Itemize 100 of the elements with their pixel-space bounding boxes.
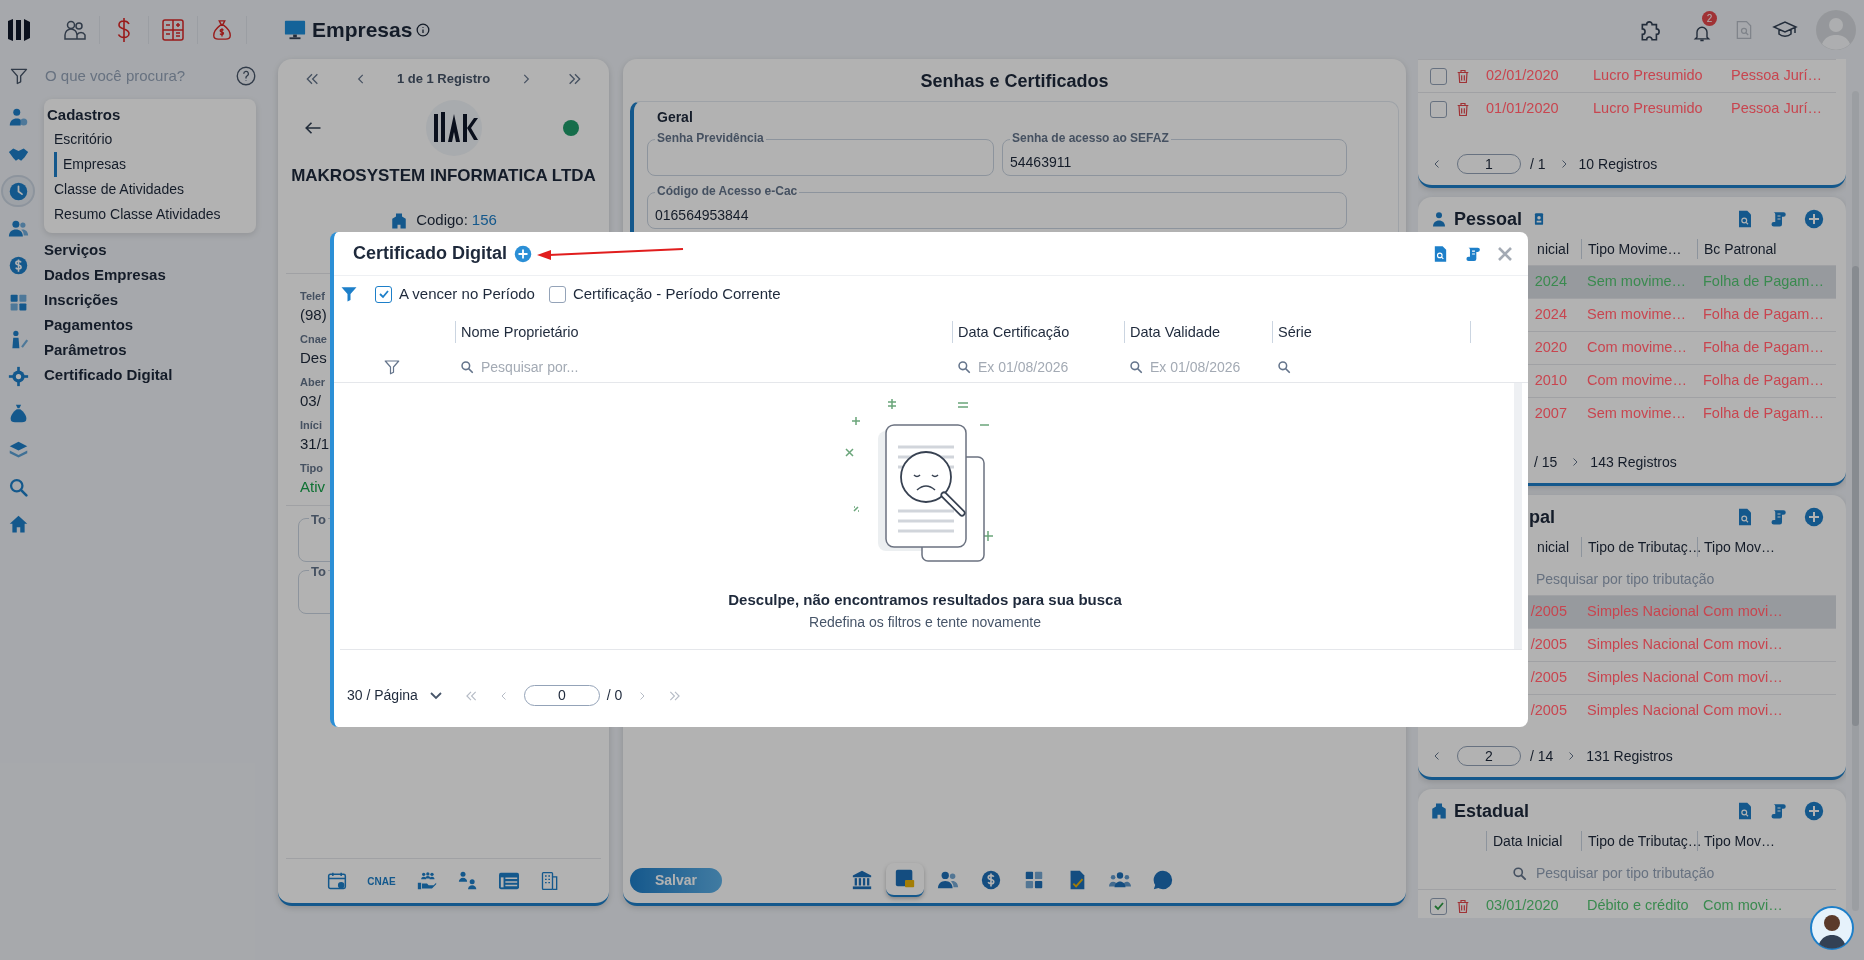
menu-group-title[interactable]: Inscrições xyxy=(44,287,256,312)
calculator-icon[interactable] xyxy=(161,17,185,42)
table-cell-text: Simples Nacional xyxy=(1586,668,1697,688)
search-field[interactable]: O que você procura? xyxy=(45,64,236,88)
field-value: Ativ xyxy=(300,476,325,497)
column-filter-field[interactable]: Ex 01/08/2026 xyxy=(1150,356,1272,378)
menu-group-title[interactable]: Cadastros xyxy=(47,103,253,127)
checkbox[interactable] xyxy=(548,285,566,303)
first-page-icon[interactable] xyxy=(463,688,478,703)
home-icon xyxy=(7,513,29,535)
scrollbar[interactable] xyxy=(1852,91,1859,911)
chat-icon xyxy=(1152,869,1174,891)
assistant-avatar[interactable] xyxy=(1810,906,1854,950)
filter-icon[interactable] xyxy=(340,284,358,304)
checkbox[interactable] xyxy=(1430,897,1447,915)
page-total: / 1 xyxy=(1530,154,1546,174)
checkbox-label[interactable]: Certificação - Período Corrente xyxy=(572,282,781,306)
people-transfer-icon[interactable] xyxy=(457,871,478,891)
column-filter-field[interactable]: Pesquisar por... xyxy=(481,356,881,378)
calculator-icon xyxy=(1023,869,1045,891)
page-size-select[interactable]: 30 / Página xyxy=(347,685,442,706)
document-search-icon[interactable] xyxy=(1736,801,1754,821)
cnae-tab[interactable]: CNAE xyxy=(367,873,396,889)
close-icon[interactable] xyxy=(1498,246,1512,261)
field-value: 31/1 xyxy=(300,433,330,454)
field-label: Telef xyxy=(300,288,325,304)
document-search-icon[interactable] xyxy=(1432,243,1449,264)
filter-icon[interactable] xyxy=(9,66,29,86)
search-icon xyxy=(1277,360,1291,374)
scrollbar[interactable] xyxy=(1514,383,1522,649)
checkbox[interactable] xyxy=(1430,67,1447,85)
table-cell-text: Com movi… xyxy=(1702,635,1784,655)
checkbox-label[interactable]: A vencer no Período xyxy=(399,282,535,306)
scroll-icon[interactable] xyxy=(1770,209,1788,229)
field-value: (98) xyxy=(300,304,327,325)
calendar-icon[interactable] xyxy=(327,871,348,891)
table-cell-text: Com movime… xyxy=(1586,371,1688,391)
menu-item[interactable]: Resumo Classe Atividades xyxy=(54,202,253,227)
caret-icon xyxy=(429,691,442,700)
trash-icon[interactable] xyxy=(1455,897,1471,915)
table-cell-text: Débito e crédito xyxy=(1586,896,1690,916)
menu-group-title[interactable]: Dados Empresas xyxy=(44,262,256,287)
field-label: Tipo xyxy=(300,460,323,476)
menu-group-title[interactable]: Certificado Digital xyxy=(44,362,256,387)
info-icon[interactable] xyxy=(416,22,431,37)
menu-group-title[interactable]: Pagamentos xyxy=(44,312,256,337)
add-icon[interactable] xyxy=(514,244,533,263)
table-cell-text: /2005 xyxy=(1529,668,1568,688)
search-icon xyxy=(957,360,971,374)
table-cell-text: Folha de Pagam… xyxy=(1702,404,1824,424)
section-tab[interactable] xyxy=(886,863,924,897)
last-page-icon[interactable] xyxy=(567,71,583,87)
record-count: 10 Registros xyxy=(1578,154,1658,174)
money-bag-icon[interactable] xyxy=(211,17,233,42)
field-value: Des xyxy=(300,347,327,368)
menu-item[interactable]: Classe de Atividades xyxy=(54,177,253,202)
menu-item[interactable]: Escritório xyxy=(54,127,253,152)
code-label: Codigo: xyxy=(416,210,468,231)
document-search-icon[interactable] xyxy=(1736,209,1754,229)
field-label: Cnae xyxy=(300,331,327,347)
buildings-icon[interactable] xyxy=(539,871,560,891)
column-filter-field[interactable]: Ex 01/08/2026 xyxy=(978,356,1100,378)
checkbox[interactable] xyxy=(375,285,392,303)
scroll-icon[interactable] xyxy=(1770,801,1788,821)
rail-button[interactable] xyxy=(3,177,33,205)
search-field[interactable]: Pesquisar por tipo tributação xyxy=(1536,568,1776,590)
table-cell-text: Folha de Pagam… xyxy=(1702,272,1824,292)
column-header: Data Validade xyxy=(1124,321,1272,343)
dollar-icon xyxy=(7,254,29,276)
code-value: 156 xyxy=(471,210,497,231)
checkbox[interactable] xyxy=(1430,100,1447,118)
hand-people-icon[interactable] xyxy=(415,871,438,891)
table-cell-text: Sem movime… xyxy=(1586,272,1688,292)
menu-item[interactable]: Empresas xyxy=(54,152,253,177)
scroll-icon[interactable] xyxy=(1770,507,1788,527)
table-cell-text: Simples Nacional xyxy=(1586,701,1697,721)
document-search-icon[interactable] xyxy=(1736,507,1754,527)
first-page-icon[interactable] xyxy=(304,71,320,87)
person-icon xyxy=(1430,210,1448,228)
column-header: Nome Proprietário xyxy=(455,321,952,343)
id-card-icon[interactable] xyxy=(497,871,520,891)
column-header: Data Certificação xyxy=(952,321,1124,343)
search-icon xyxy=(1129,360,1143,374)
menu-group-title[interactable]: Serviços xyxy=(44,237,256,262)
search-field[interactable]: Pesquisar por tipo tributação xyxy=(1536,862,1776,884)
check-icon xyxy=(1432,900,1445,912)
add-icon[interactable] xyxy=(1804,801,1824,821)
add-icon[interactable] xyxy=(1804,507,1824,527)
last-page-icon[interactable] xyxy=(668,688,683,703)
help-icon[interactable] xyxy=(236,66,256,86)
column-header: Data Inicial xyxy=(1486,831,1581,851)
add-icon[interactable] xyxy=(1804,209,1824,229)
monitor-icon xyxy=(284,18,306,41)
filter-icon[interactable] xyxy=(382,358,401,376)
table-cell-text: 01/01/2020 xyxy=(1486,99,1560,119)
menu-group-title[interactable]: Parâmetros xyxy=(44,337,256,362)
dollar-icon xyxy=(980,869,1002,891)
app-logo[interactable] xyxy=(7,16,31,43)
trash-icon[interactable] xyxy=(1455,100,1471,118)
trash-icon[interactable] xyxy=(1455,67,1471,85)
